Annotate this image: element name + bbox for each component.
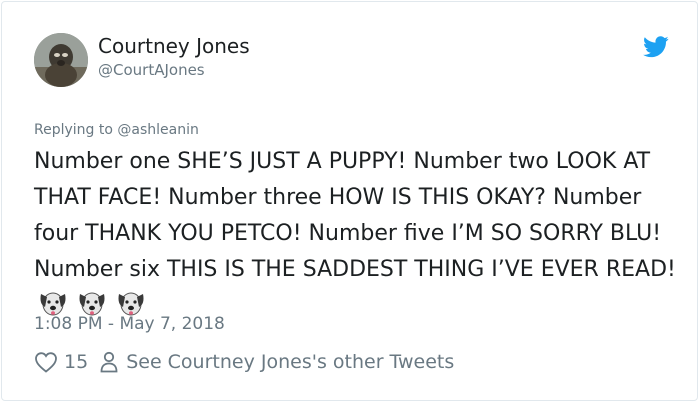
person-icon xyxy=(100,351,118,373)
avatar[interactable] xyxy=(34,33,88,87)
other-tweets-link[interactable]: See Courtney Jones's other Tweets xyxy=(126,351,454,373)
tweet-timestamp[interactable]: 1:08 PM - May 7, 2018 xyxy=(34,314,225,334)
author-name[interactable]: Courtney Jones xyxy=(98,34,250,58)
tweet-text: Number one SHE’S JUST A PUPPY! Number tw… xyxy=(34,149,676,282)
like-count[interactable]: 15 xyxy=(64,351,88,373)
twitter-bird-icon[interactable] xyxy=(643,36,669,58)
author-handle[interactable]: @CourtAJones xyxy=(98,61,205,79)
tweet-body: Number one SHE’S JUST A PUPPY! Number tw… xyxy=(34,144,684,330)
heart-icon[interactable] xyxy=(34,351,58,373)
reply-context[interactable]: Replying to @ashleanin xyxy=(34,122,199,138)
tweet-card: Courtney Jones @CourtAJones Replying to … xyxy=(1,1,698,401)
tweet-actions: 15 See Courtney Jones's other Tweets xyxy=(34,348,454,376)
avatar-photo xyxy=(34,33,88,87)
